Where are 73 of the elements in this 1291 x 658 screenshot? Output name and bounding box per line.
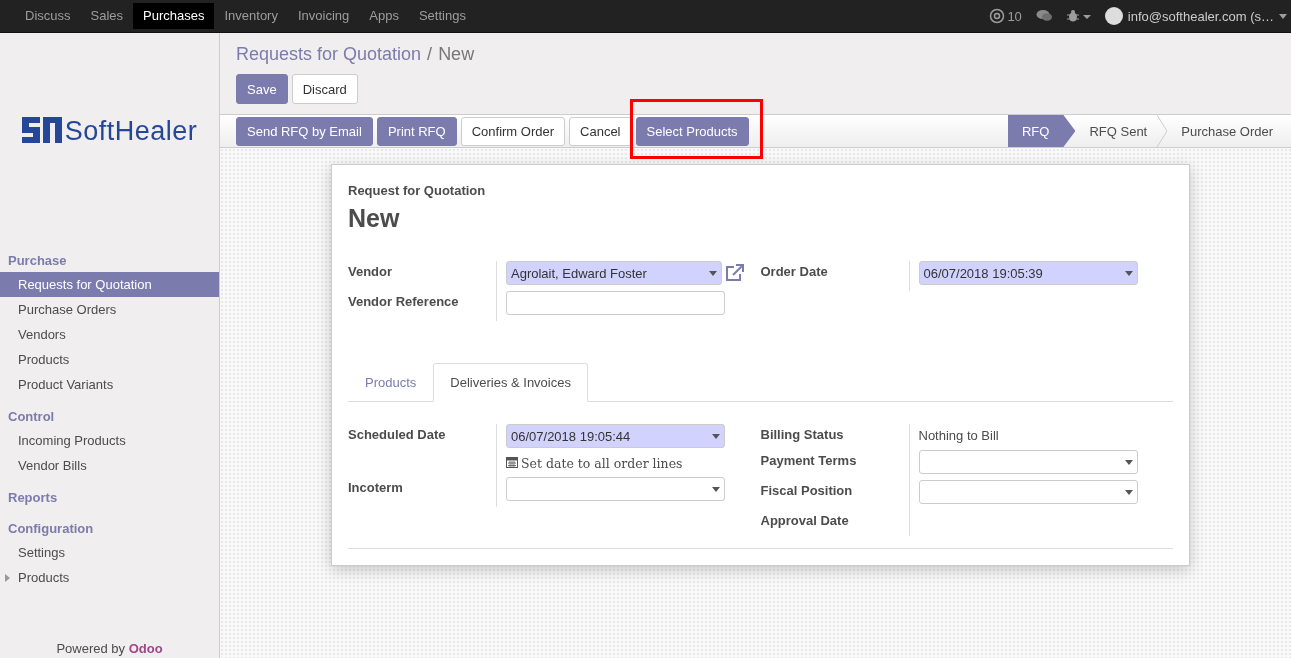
- breadcrumb-current: New: [438, 44, 475, 65]
- calendar-icon: [506, 456, 518, 471]
- field-label: Vendor Reference: [348, 291, 497, 321]
- form-tab[interactable]: Products: [348, 363, 434, 402]
- field-label: Order Date: [760, 261, 910, 291]
- select-field[interactable]: 06/07/2018 19:05:39: [918, 261, 1138, 285]
- caret-icon: [1124, 459, 1133, 465]
- menu-section-title: Configuration: [7, 520, 95, 538]
- sidebar-item[interactable]: Incoming Products: [0, 428, 219, 453]
- app-menu-item[interactable]: Discuss: [15, 3, 81, 29]
- select-field[interactable]: 06/07/2018 19:05:44: [506, 424, 725, 448]
- field-label: Approval Date: [760, 510, 910, 536]
- powered-by-text: Powered by Odoo: [55, 641, 164, 658]
- caret-icon: [1124, 270, 1133, 276]
- field-label: Billing Status: [760, 424, 910, 450]
- input-field[interactable]: [506, 291, 725, 315]
- caret-icon: [709, 270, 717, 276]
- action-button[interactable]: Discard: [291, 74, 358, 104]
- app-menu-item[interactable]: Apps: [359, 3, 409, 29]
- avatar[interactable]: [1104, 7, 1123, 25]
- app-menu-item[interactable]: Purchases: [133, 3, 215, 29]
- header-button[interactable]: Select Products: [635, 116, 749, 146]
- status-step[interactable]: Purchase Order: [1167, 115, 1291, 147]
- form-subtitle: Request for Quotation: [348, 183, 487, 198]
- app-menu-item[interactable]: Sales: [80, 3, 134, 29]
- logo-icon: [21, 116, 62, 146]
- user-menu[interactable]: info@softhealer.com (s…: [1127, 8, 1274, 24]
- mention-count[interactable]: 10: [1007, 8, 1022, 24]
- chat-icon: [1035, 9, 1053, 23]
- expand-triangle-icon: [5, 574, 10, 582]
- select-field[interactable]: [506, 477, 725, 501]
- field-label: Incoterm: [348, 477, 497, 507]
- menu-section-title: Control: [7, 408, 56, 426]
- field-label: Vendor: [348, 261, 497, 291]
- status-step[interactable]: RFQ Sent: [1075, 115, 1166, 147]
- select-field[interactable]: [918, 480, 1138, 504]
- caret-icon: [1279, 13, 1287, 19]
- caret-icon: [712, 433, 720, 439]
- sidebar-item[interactable]: Vendors: [0, 322, 219, 347]
- header-button[interactable]: Cancel: [569, 116, 632, 146]
- set-date-link[interactable]: Set date to all order lines: [521, 456, 683, 471]
- caret-icon: [1124, 489, 1133, 495]
- header-button[interactable]: Confirm Order: [460, 116, 566, 146]
- bug-icon: [1066, 10, 1091, 22]
- sidebar-item[interactable]: Vendor Bills: [0, 453, 219, 478]
- sidebar-item[interactable]: Products: [0, 565, 219, 590]
- sidebar-item[interactable]: Products: [0, 347, 219, 372]
- menu-section-title: Reports: [7, 489, 59, 507]
- record-title: New: [348, 204, 401, 233]
- breadcrumb-separator: /: [427, 44, 433, 65]
- app-menu-item[interactable]: Invoicing: [287, 3, 360, 29]
- select-field[interactable]: [918, 450, 1138, 474]
- app-menu-item[interactable]: Inventory: [214, 3, 288, 29]
- field-label: Fiscal Position: [760, 480, 910, 510]
- caret-icon: [712, 486, 720, 492]
- menu-section-title: Purchase: [7, 252, 68, 270]
- external-link-icon[interactable]: [725, 264, 745, 282]
- field-value: Nothing to Bill: [918, 427, 1000, 444]
- sidebar-item[interactable]: Requests for Quotation: [0, 272, 219, 297]
- status-step[interactable]: RFQ: [1008, 115, 1076, 147]
- sidebar-item[interactable]: Purchase Orders: [0, 297, 219, 322]
- brand-name: SoftHealer: [64, 115, 198, 147]
- app-menu-item[interactable]: Settings: [408, 3, 476, 29]
- header-button[interactable]: Send RFQ by Email: [236, 116, 373, 146]
- field-label: Scheduled Date: [348, 424, 497, 477]
- action-button[interactable]: Save: [236, 74, 288, 104]
- select-field[interactable]: Agrolait, Edward Foster: [506, 261, 722, 285]
- field-label: Payment Terms: [760, 450, 910, 480]
- form-tab[interactable]: Deliveries & Invoices: [433, 363, 588, 402]
- at-icon: [989, 8, 1006, 24]
- header-button[interactable]: Print RFQ: [376, 116, 457, 146]
- sidebar-item[interactable]: Settings: [0, 540, 219, 565]
- sidebar-item[interactable]: Product Variants: [0, 372, 219, 397]
